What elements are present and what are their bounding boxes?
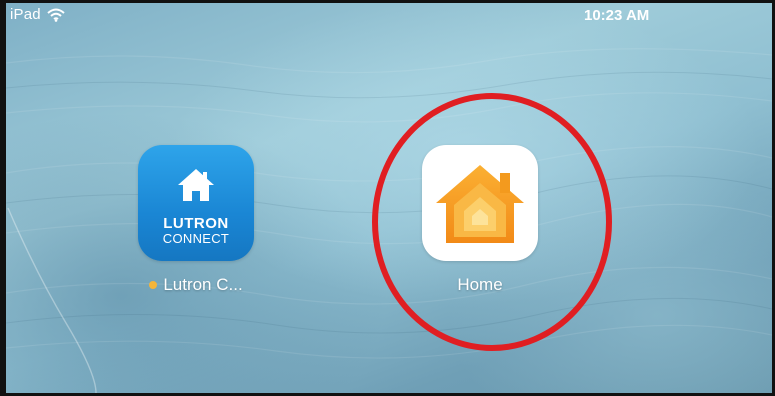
house-icon — [178, 169, 214, 201]
app-home[interactable]: Home — [420, 145, 540, 295]
wallpaper-ripples — [6, 48, 772, 393]
app-label-lutron[interactable]: Lutron C... — [136, 275, 256, 295]
app-lutron-connect[interactable]: LUTRON CONNECT Lutron C... — [136, 145, 256, 295]
device-name: iPad — [10, 6, 41, 23]
lutron-connect-app-icon[interactable]: LUTRON CONNECT — [138, 145, 254, 261]
ipad-home-screen: iPad 10:23 AM LUTRON CONNECT Lutron C... — [0, 0, 775, 396]
wifi-icon — [47, 8, 65, 22]
home-app-icon[interactable] — [422, 145, 538, 261]
app-label-text: Lutron C... — [163, 275, 243, 294]
lutron-wordmark: LUTRON — [163, 215, 229, 232]
status-left: iPad — [10, 6, 65, 23]
app-label-text: Home — [457, 275, 503, 294]
update-dot-icon — [149, 281, 158, 289]
home-house-icon — [436, 165, 524, 243]
status-bar: iPad 10:23 AM — [6, 3, 772, 27]
app-label-home[interactable]: Home — [420, 275, 540, 295]
lutron-subtitle: CONNECT — [162, 231, 230, 246]
status-time: 10:23 AM — [584, 7, 650, 24]
